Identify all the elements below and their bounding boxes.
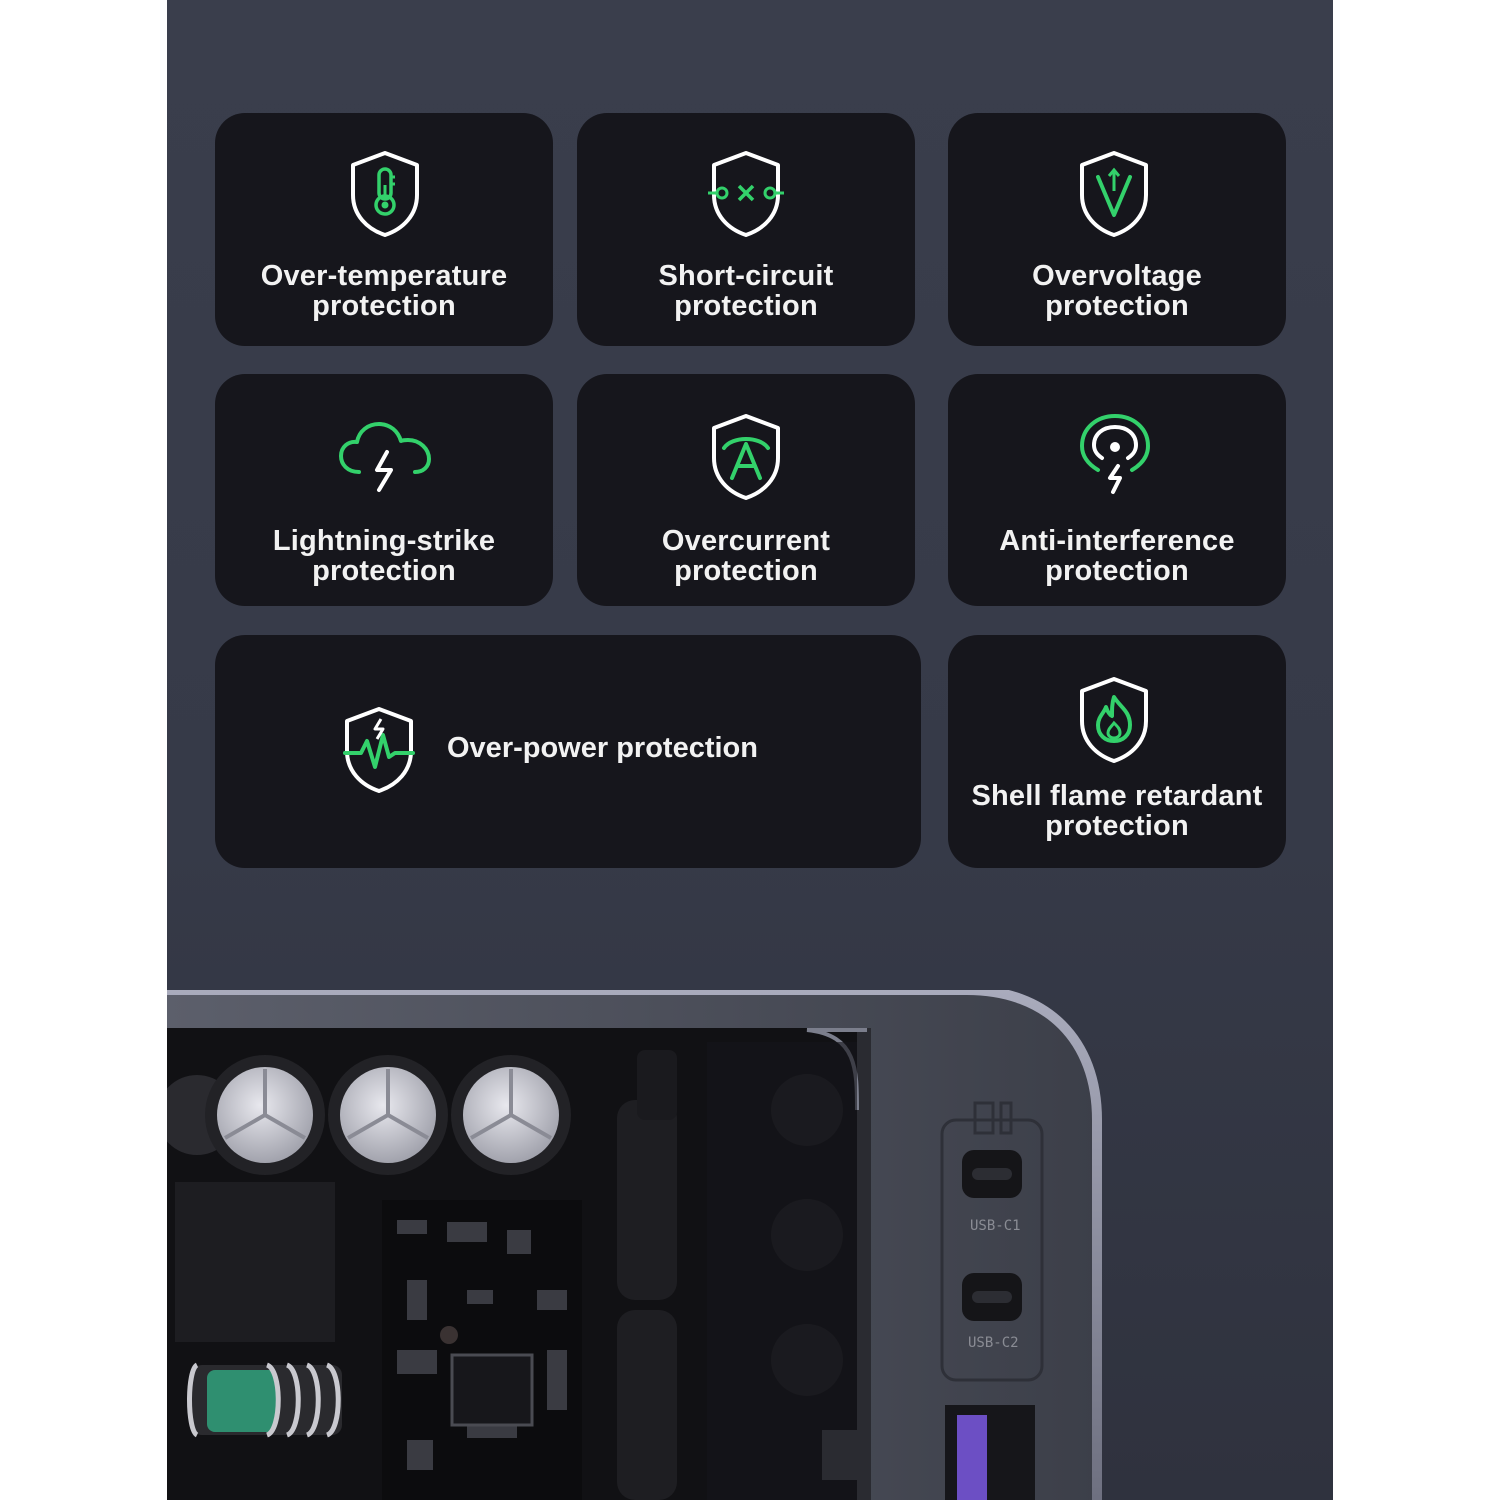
flame-shield-icon (1076, 675, 1152, 765)
feature-subtitle: protection (312, 555, 456, 587)
feature-subtitle: protection (674, 555, 818, 587)
feature-card-overcurrent: Overcurrent protection (577, 374, 915, 606)
feature-title: Short-circuit (658, 260, 834, 292)
thermometer-shield-icon (347, 149, 423, 239)
feature-title: Over-temperature (260, 260, 508, 292)
feature-subtitle: protection (674, 290, 818, 322)
signal-bolt-icon (1080, 414, 1150, 498)
feature-card-shell-flame-retardant: Shell flame retardant protection (948, 635, 1286, 868)
feature-subtitle: protection (312, 290, 456, 322)
feature-subtitle: protection (1045, 290, 1189, 322)
feature-subtitle: protection (1045, 555, 1189, 587)
voltage-shield-icon (1076, 149, 1152, 239)
current-shield-icon (708, 412, 784, 502)
feature-card-over-power: Over-power protection (215, 635, 921, 868)
port-label-usb-c1: USB-C1 (970, 1218, 1021, 1234)
feature-title: Overcurrent (661, 525, 831, 557)
feature-title: Overvoltage (1032, 260, 1202, 292)
short-circuit-shield-icon (708, 149, 784, 239)
feature-title: Over-power protection (447, 732, 758, 764)
feature-card-lightning-strike: Lightning-strike protection (215, 374, 553, 606)
feature-title: Lightning-strike (272, 525, 496, 557)
cloud-lightning-icon (337, 418, 433, 494)
feature-card-overvoltage: Overvoltage protection (948, 113, 1286, 346)
feature-card-over-temperature: Over-temperature protection (215, 113, 553, 346)
feature-subtitle: protection (1045, 810, 1189, 842)
charger-cutaway-image: USB-C1 USB-C2 (167, 985, 1333, 1500)
feature-title: Shell flame retardant (971, 780, 1263, 812)
pulse-shield-icon (341, 705, 417, 795)
feature-card-short-circuit: Short-circuit protection (577, 113, 915, 346)
feature-card-anti-interference: Anti-interference protection (948, 374, 1286, 606)
feature-panel: Over-temperature protection Short-circui… (167, 0, 1333, 1500)
feature-title: Anti-interference (999, 525, 1235, 557)
port-label-usb-c2: USB-C2 (968, 1335, 1019, 1351)
